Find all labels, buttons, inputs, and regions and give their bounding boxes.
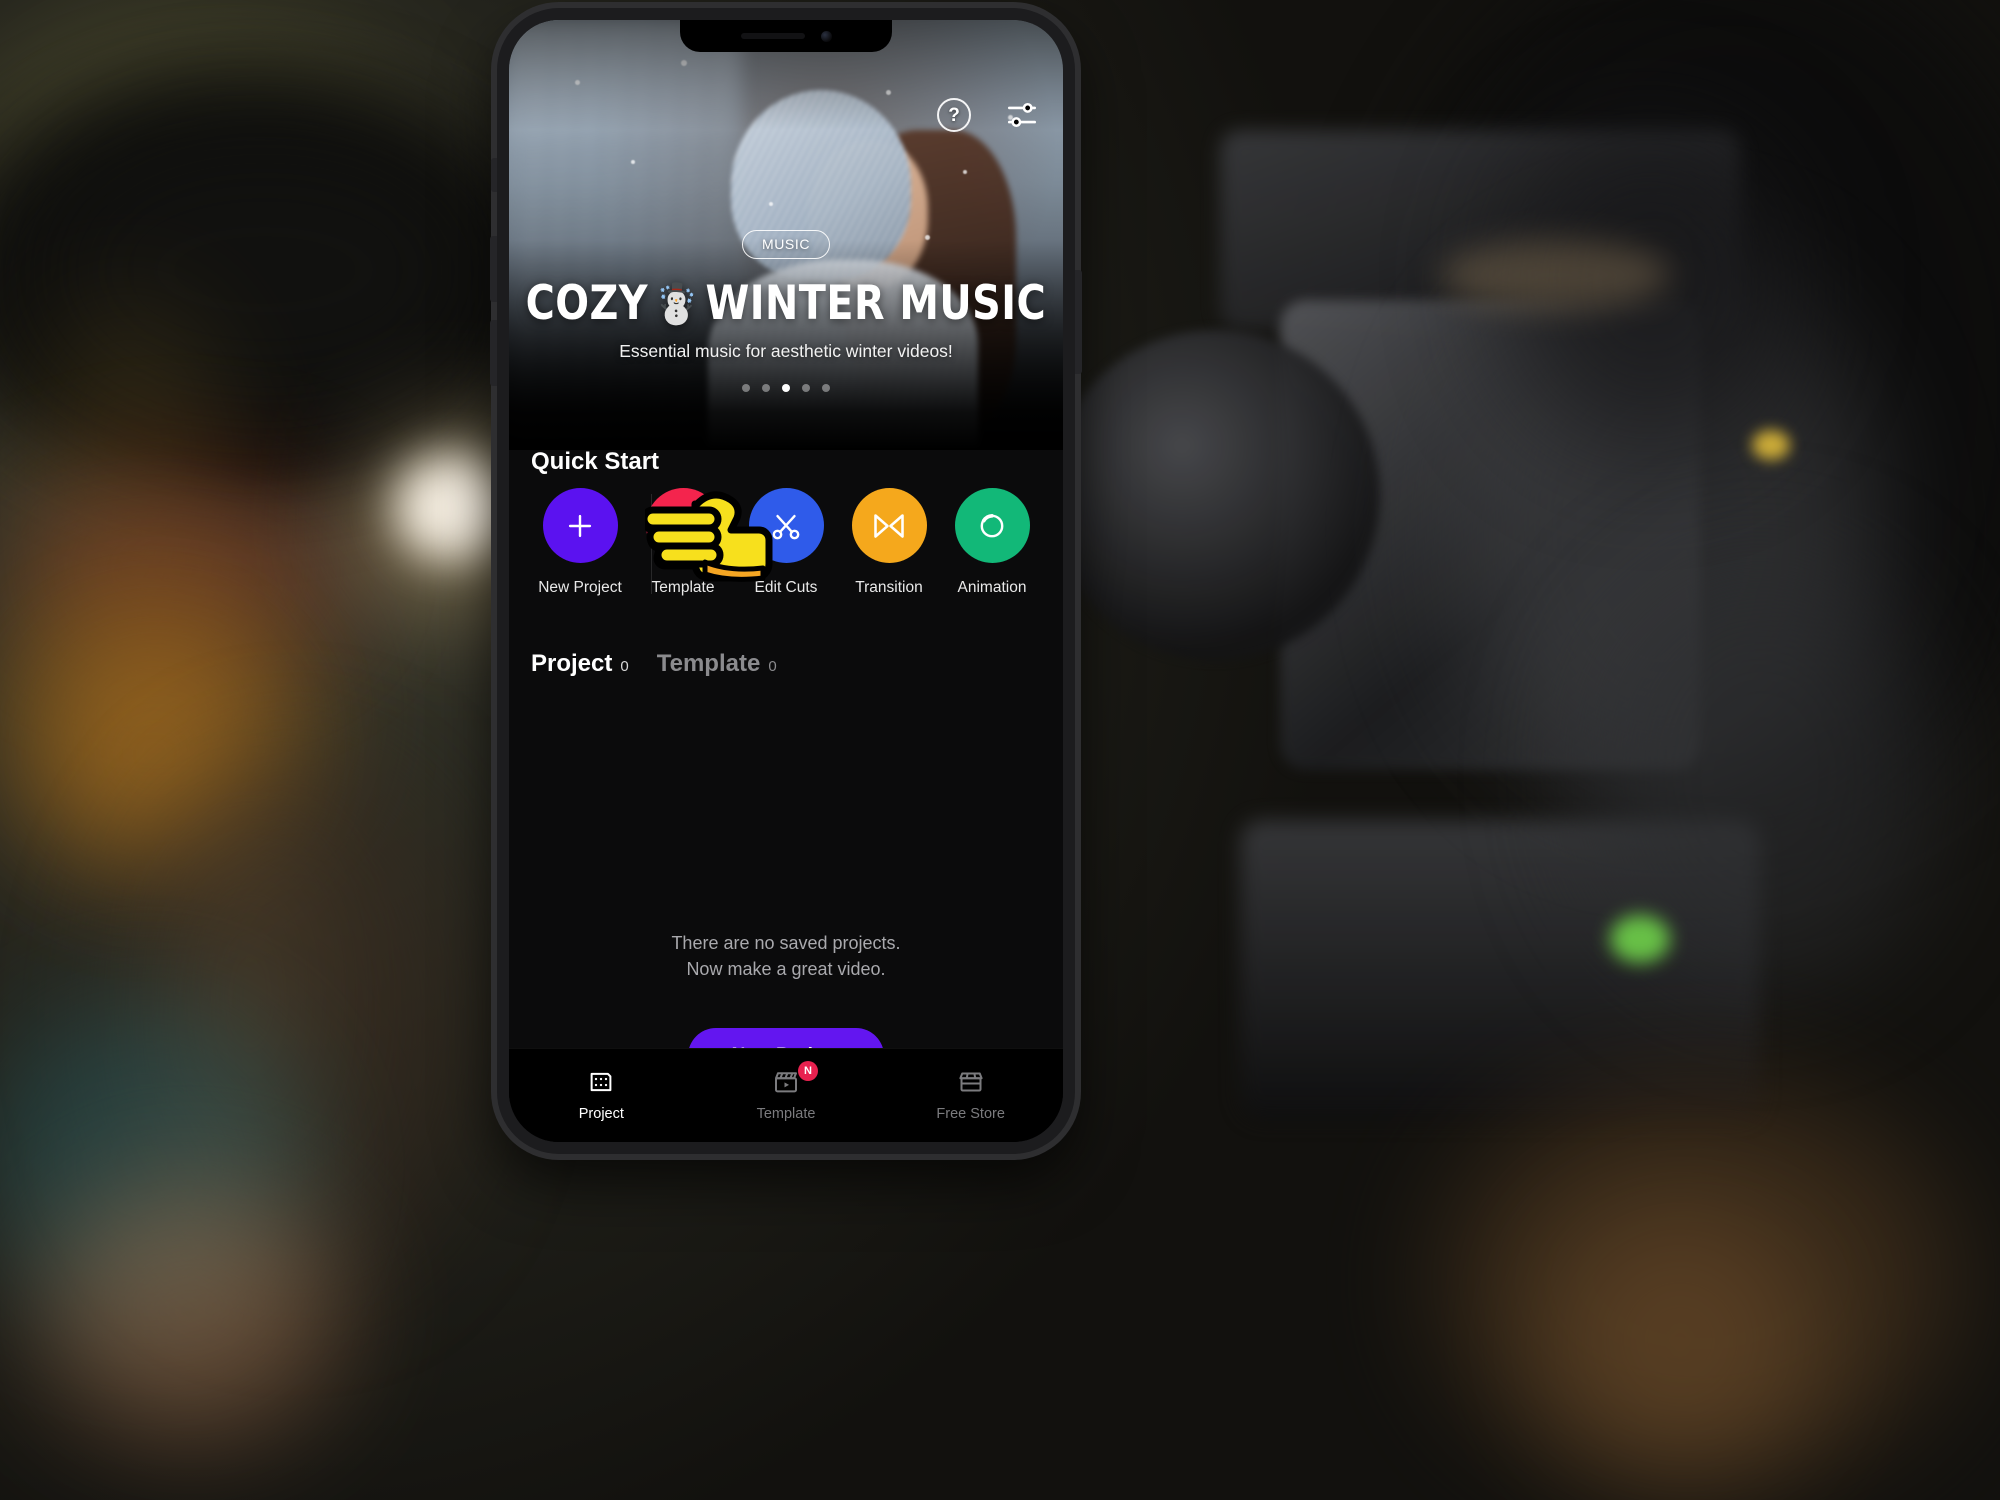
carousel-dot[interactable] [782,384,790,392]
tab-free-store[interactable]: Free Store [878,1049,1063,1142]
tab-label: Free Store [936,1106,1005,1122]
volume-down-button[interactable] [490,320,497,386]
empty-state-line1: There are no saved projects. [671,933,901,953]
carousel-dot[interactable] [742,384,750,392]
help-icon[interactable]: ? [935,96,973,134]
banner-title-part2: WINTER MUSIC [705,276,1047,331]
list-tabs: Project 0 Template 0 [531,650,777,678]
quick-start-label: New Project [538,579,622,596]
earpiece-speaker [740,33,805,39]
settings-sliders-icon[interactable] [1003,96,1041,134]
snowman-icon: ☃️ [653,281,700,327]
bottom-tab-bar: Project N Template Free Store [509,1048,1063,1142]
carousel-dot[interactable] [802,384,810,392]
tab-label: Template [756,1106,816,1122]
tab-label: Project [578,1106,624,1122]
silent-switch[interactable] [491,158,497,192]
clapperboard-icon [775,1072,797,1093]
banner-subtitle: Essential music for aesthetic winter vid… [619,341,953,361]
quick-start-label: Transition [855,579,923,596]
list-tab-label: Project [531,650,613,677]
banner-actions: ? [935,96,1041,134]
list-tab-count: 0 [620,658,629,675]
notch [680,20,892,52]
transition-icon [851,488,927,563]
tab-project[interactable]: Project [509,1049,694,1142]
animation-icon [954,488,1030,563]
tab-template[interactable]: N Template [694,1049,879,1142]
list-tab-template[interactable]: Template 0 [657,650,777,678]
front-camera [820,30,832,42]
tab-badge: N [798,1061,818,1081]
list-tab-project[interactable]: Project 0 [531,650,629,678]
banner-title-part1: COZY [525,276,649,331]
store-icon [959,1072,983,1092]
list-tab-count: 0 [768,658,777,675]
quick-start-label: Animation [957,579,1027,596]
list-tab-label: Template [656,650,761,677]
carousel-dot[interactable] [762,384,770,392]
power-button[interactable] [1075,270,1082,374]
hand-pointer-cursor [645,491,773,582]
empty-state-line2: Now make a great video. [686,959,886,980]
banner-text-block: MUSIC COZY ☃️ WINTER MUSIC Essential mus… [509,230,1063,392]
volume-up-button[interactable] [490,236,497,302]
quick-start-transition[interactable]: Transition [842,488,936,597]
help-glyph: ? [937,98,971,132]
banner-category-badge: MUSIC [741,230,831,259]
quick-start-animation[interactable]: Animation [945,488,1039,597]
promo-banner[interactable]: ? MUSIC COZY ☃️ WINTER MUSIC Essential m… [509,20,1063,450]
filmstrip-icon [590,1072,612,1092]
banner-title: COZY ☃️ WINTER MUSIC [526,276,1046,331]
plus-icon [542,488,618,563]
quick-start-heading: Quick Start [531,448,660,475]
carousel-dots[interactable] [742,384,830,392]
quick-start-new-project[interactable]: New Project [533,488,627,597]
carousel-dot[interactable] [822,384,830,392]
empty-state: There are no saved projects. Now make a … [509,930,1063,982]
